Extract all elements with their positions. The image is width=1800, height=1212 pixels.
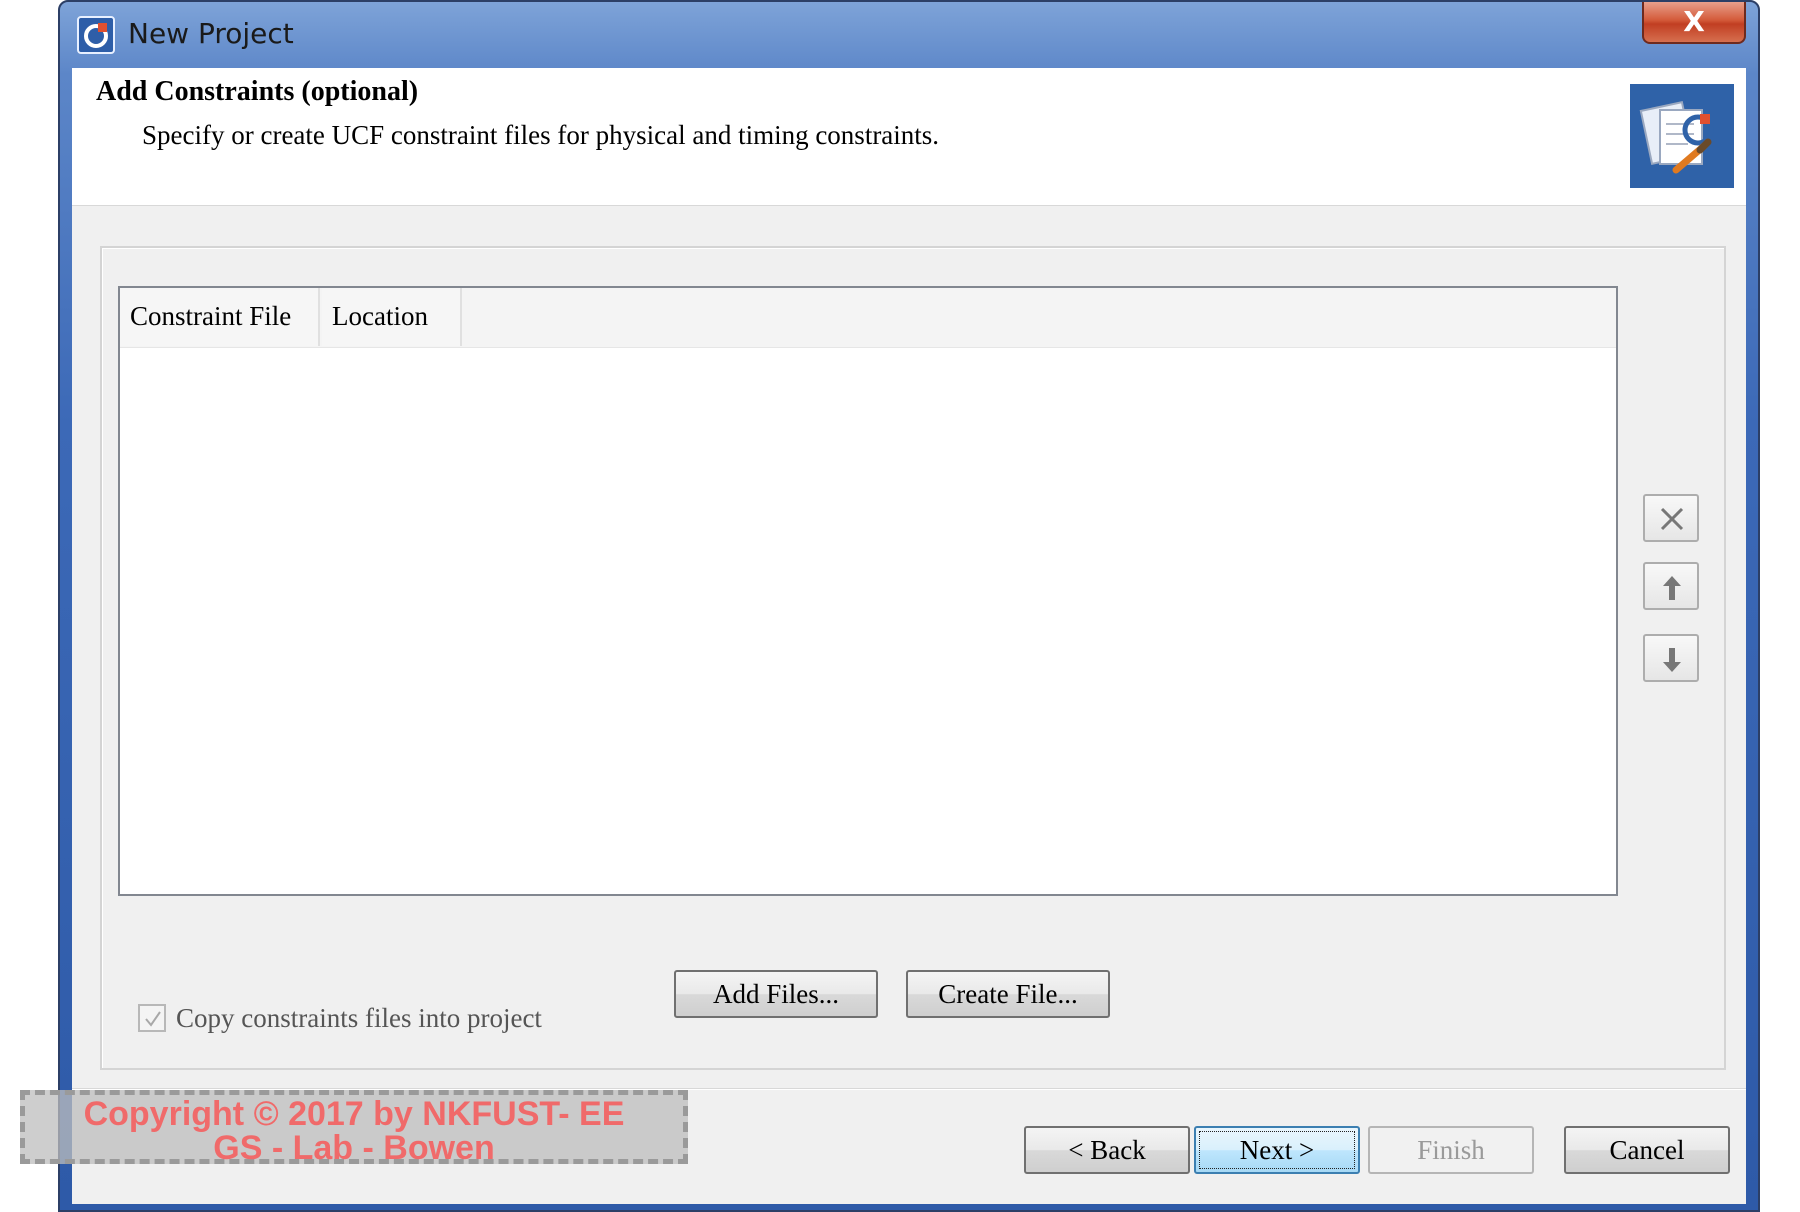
ise-project-icon [77,16,115,54]
finish-button: Finish [1368,1126,1534,1174]
remove-button[interactable] [1643,494,1699,542]
back-button[interactable]: < Back [1024,1126,1190,1174]
copyright-watermark: Copyright © 2017 by NKFUST- EE GS - Lab … [20,1090,688,1167]
column-header-constraint-file[interactable]: Constraint File [120,288,320,346]
title-bar[interactable]: New Project X [60,2,1758,68]
arrow-down-icon [1663,648,1681,672]
watermark-line-1: Copyright © 2017 by NKFUST- EE [83,1095,625,1133]
copy-constraints-label: Copy constraints files into project [176,1003,542,1033]
watermark-line-2: GS - Lab - Bowen [213,1129,495,1167]
window-title: New Project [128,17,294,50]
client-area: Add Constraints (optional) Specify or cr… [72,68,1746,1204]
close-button[interactable]: X [1642,2,1746,44]
cancel-button[interactable]: Cancel [1564,1126,1730,1174]
remove-x-icon [1660,507,1684,531]
column-header-location[interactable]: Location [322,288,462,346]
constraint-files-table[interactable]: Constraint File Location [118,286,1618,896]
add-files-button[interactable]: Add Files... [674,970,878,1018]
constraints-wizard-icon [1630,84,1734,188]
page-title: Add Constraints (optional) [96,76,419,107]
content-panel: Constraint File Location Add Files... Cr… [100,246,1726,1070]
move-down-button[interactable] [1643,634,1699,682]
dialog-window: New Project X Add Constraints (optional)… [58,0,1760,1212]
arrow-up-icon [1663,576,1681,600]
page-description: Specify or create UCF constraint files f… [142,120,940,150]
copy-constraints-checkbox[interactable] [138,1004,166,1032]
move-up-button[interactable] [1643,562,1699,610]
next-button[interactable]: Next > [1194,1126,1360,1174]
create-file-button[interactable]: Create File... [906,970,1110,1018]
checkmark-icon [145,1011,161,1027]
table-header: Constraint File Location [120,288,1616,348]
wizard-header: Add Constraints (optional) Specify or cr… [72,68,1746,206]
